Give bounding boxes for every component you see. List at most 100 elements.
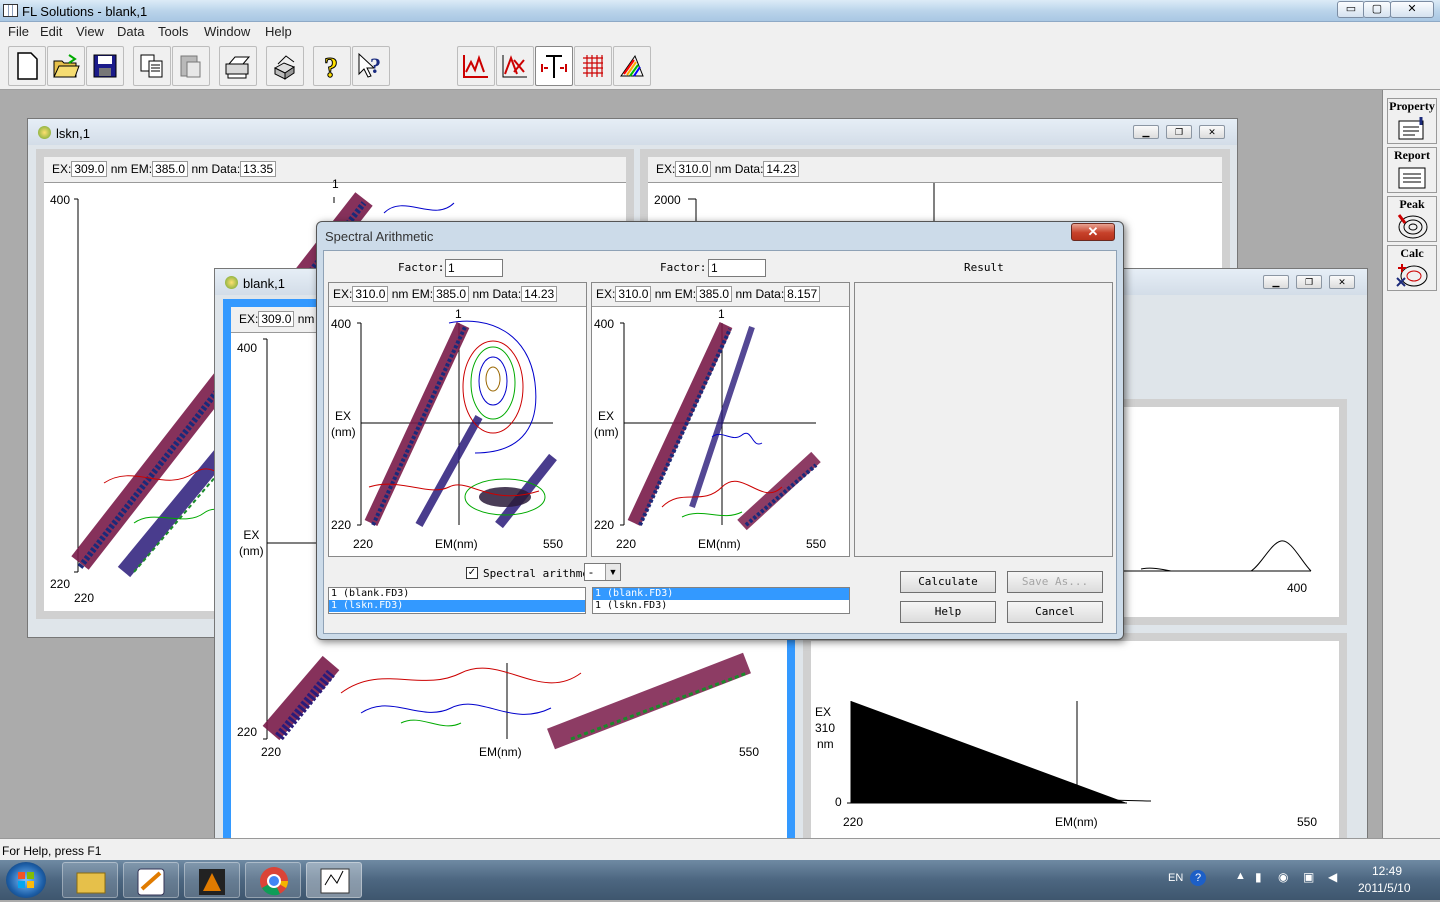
taskbar-app3[interactable]: [184, 862, 240, 898]
rainbow-map-icon: [620, 54, 644, 77]
ex-value: 310.0: [675, 161, 712, 177]
operand2-readout: EX: 310.0 nm EM: 385.0 nm Data: 8.157: [596, 286, 821, 302]
help-button[interactable]: Help: [900, 601, 996, 623]
taskbar-app2[interactable]: [123, 862, 179, 898]
spectrum-window-icon: [225, 276, 238, 289]
factor2-input[interactable]: 1: [708, 259, 766, 277]
minimize-button[interactable]: ▭: [1337, 1, 1365, 18]
spectral-arithmetic-dialog[interactable]: Spectral Arithmetic ✕ Factor: 1 Factor: …: [316, 221, 1124, 640]
cancel-button[interactable]: Cancel: [1007, 601, 1103, 623]
status-text: For Help, press F1: [2, 844, 102, 858]
language-indicator[interactable]: EN: [1168, 872, 1183, 884]
copy-button[interactable]: [133, 46, 171, 86]
grid-icon: [583, 55, 603, 77]
menu-data[interactable]: Data: [117, 24, 144, 39]
volume-icon[interactable]: ◀: [1328, 870, 1337, 884]
blank-spectrum-bottom-pane[interactable]: EX 310 nm 0 220 550 EM(nm): [803, 633, 1347, 871]
3d-view-button[interactable]: [266, 46, 304, 86]
menu-file[interactable]: File: [8, 24, 29, 39]
blank-close-button[interactable]: ✕: [1329, 275, 1355, 289]
calculate-button[interactable]: Calculate: [900, 571, 996, 593]
peak-button[interactable]: Peak: [1387, 196, 1437, 242]
fl-solutions-icon: [320, 868, 350, 894]
operand2-list[interactable]: 1 (blank.FD3) 1 (lskn.FD3): [592, 587, 850, 614]
close-button[interactable]: ✕: [1390, 1, 1434, 18]
network-icon[interactable]: ▮: [1255, 870, 1262, 884]
dark-app-icon: [199, 869, 225, 895]
app-title: FL Solutions - blank,1: [22, 4, 148, 19]
print-button[interactable]: [219, 46, 257, 86]
dialog-close-button[interactable]: ✕: [1071, 223, 1115, 241]
color-map-button[interactable]: [613, 46, 651, 86]
menu-tools[interactable]: Tools: [158, 24, 188, 39]
ex-label: EX:: [239, 312, 259, 326]
pointer-help-icon: ?: [358, 52, 381, 78]
list-item[interactable]: 1 (lskn.FD3): [329, 600, 585, 612]
operand1-contour-plot: [357, 320, 557, 529]
battery-icon[interactable]: ▣: [1303, 870, 1314, 884]
save-file-button[interactable]: [86, 46, 124, 86]
menu-window[interactable]: Window: [204, 24, 250, 39]
taskbar-explorer[interactable]: [62, 862, 118, 898]
spectrum-red-button[interactable]: [457, 46, 495, 86]
calc-button[interactable]: Calc: [1387, 245, 1437, 291]
lskn-restore-button[interactable]: ❐: [1166, 125, 1192, 139]
x-tick-right: 550: [543, 537, 564, 551]
blank-restore-button[interactable]: ❐: [1296, 275, 1322, 289]
operand1-plot-pane[interactable]: EX: 310.0 nm EM: 385.0 nm Data: 14.23 400 E…: [328, 282, 587, 557]
data-value: 8.157: [784, 286, 821, 302]
operand1-list[interactable]: 1 (blank.FD3) 1 (lskn.FD3): [328, 587, 586, 614]
data-value: 14.23: [521, 286, 558, 302]
peak-marker-button[interactable]: [496, 46, 534, 86]
lskn-title: lskn,1: [56, 126, 90, 141]
nm-unit: nm: [110, 162, 128, 176]
menu-edit[interactable]: Edit: [40, 24, 62, 39]
clock-date[interactable]: 2011/5/10: [1358, 881, 1411, 895]
help-tray-icon[interactable]: ?: [1190, 870, 1206, 886]
paste-icon: [180, 55, 201, 78]
taskbar-fl-solutions[interactable]: [306, 862, 362, 898]
report-button[interactable]: Report: [1387, 147, 1437, 193]
svg-text:?: ?: [370, 53, 381, 78]
ex-label: EX:: [52, 162, 72, 176]
operator-select[interactable]: - ▼: [584, 563, 621, 581]
chevron-down-icon: ▼: [605, 564, 620, 580]
folder-icon: [76, 872, 106, 894]
x-tick-right: 400: [1287, 581, 1308, 595]
help-button[interactable]: ?: [313, 46, 351, 86]
nm-unit: nm: [735, 287, 753, 301]
context-help-button[interactable]: ?: [352, 46, 390, 86]
peak-label: Peak: [1399, 197, 1425, 211]
operand2-plot-pane[interactable]: EX: 310.0 nm EM: 385.0 nm Data: 8.157 400 E…: [591, 282, 850, 557]
list-item[interactable]: 1 (blank.FD3): [329, 588, 585, 600]
menu-view[interactable]: View: [76, 24, 104, 39]
list-item[interactable]: 1 (lskn.FD3): [593, 600, 849, 612]
new-file-button[interactable]: [8, 46, 46, 86]
factor1-input[interactable]: 1: [445, 259, 503, 277]
list-item[interactable]: 1 (blank.FD3): [593, 588, 849, 600]
clock-time[interactable]: 12:49: [1372, 864, 1402, 878]
chat-icon[interactable]: ◉: [1278, 870, 1288, 884]
lskn-minimize-button[interactable]: ▁: [1133, 125, 1159, 139]
menu-help[interactable]: Help: [265, 24, 292, 39]
taskbar-chrome[interactable]: [245, 862, 301, 898]
dialog-title: Spectral Arithmetic: [325, 229, 434, 244]
open-file-button[interactable]: [47, 46, 85, 86]
paste-button[interactable]: [172, 46, 210, 86]
bar-mode-button[interactable]: [535, 46, 573, 86]
lskn-close-button[interactable]: ✕: [1199, 125, 1225, 139]
show-hidden-icons[interactable]: ▲: [1235, 870, 1246, 882]
windows-logo-icon: [18, 872, 34, 888]
nm-unit: nm: [472, 287, 490, 301]
em-label: EM:: [674, 287, 697, 301]
operand2-contour-plot: [620, 322, 821, 531]
grid-button[interactable]: [574, 46, 612, 86]
nm-unit: nm: [391, 287, 409, 301]
save-as-button[interactable]: Save As...: [1007, 571, 1103, 593]
property-icon: [1398, 117, 1424, 140]
start-button[interactable]: [6, 862, 46, 898]
blank-minimize-button[interactable]: ▁: [1263, 275, 1289, 289]
maximize-button[interactable]: ▢: [1363, 1, 1391, 18]
spectral-arithmetic-checkbox[interactable]: ✓: [466, 567, 478, 579]
property-button[interactable]: Property: [1387, 98, 1437, 144]
